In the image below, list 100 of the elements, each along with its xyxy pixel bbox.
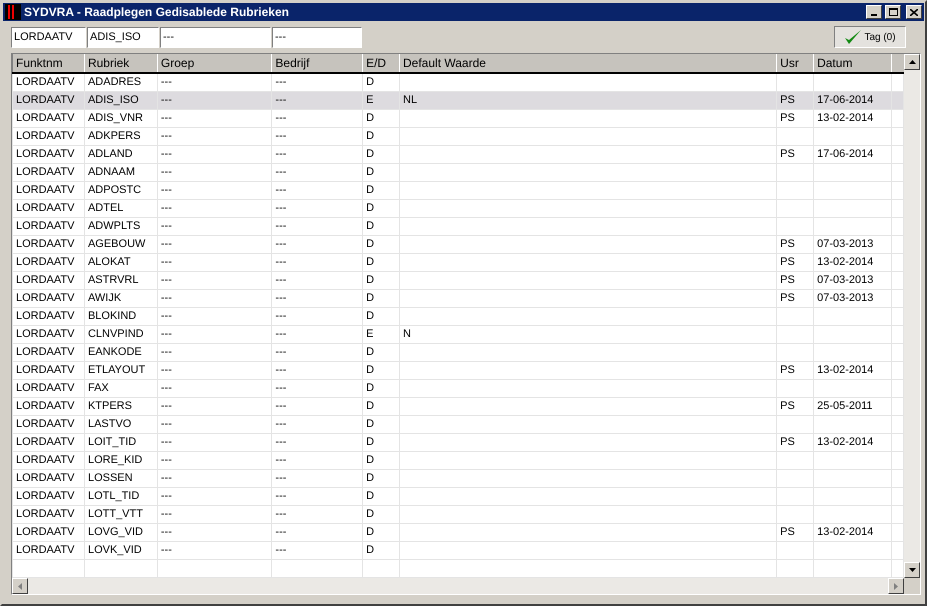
table-cell: D (366, 184, 374, 196)
table-cell: ADPOSTC (88, 184, 142, 196)
table-cell: PS (780, 256, 795, 268)
table-cell: --- (160, 94, 172, 106)
table-row[interactable]: LORDAATV LOSSEN --- --- D (12, 469, 904, 487)
table-cell: --- (275, 328, 286, 340)
maximize-button[interactable] (885, 5, 901, 19)
minimize-icon (871, 14, 877, 16)
table-cell: --- (160, 364, 172, 376)
table-cell: LORDAATV (16, 220, 74, 232)
table-row[interactable]: LORDAATV KTPERS --- --- D PS 25-05-2011 (12, 397, 904, 415)
scroll-up-button[interactable] (904, 54, 920, 70)
table-row[interactable]: LORDAATV CLNVPIND --- --- E N (12, 325, 904, 343)
table-row[interactable]: LORDAATV LOTT_VTT --- --- D (12, 505, 904, 523)
table-cell: ETLAYOUT (88, 364, 146, 376)
table-row[interactable]: LORDAATV BLOKIND --- --- D (12, 307, 904, 325)
table-row[interactable]: LORDAATV LOIT_TID --- --- D PS 13-02-2014 (12, 433, 904, 451)
table-cell: AGEBOUW (88, 238, 146, 250)
table-row[interactable]: LORDAATV LOVK_VID --- --- D (12, 541, 904, 559)
horizontal-scrollbar[interactable] (12, 578, 904, 594)
table-cell: LORDAATV (16, 130, 74, 142)
table-row[interactable]: LORDAATV LOVG_VID --- --- D PS 13-02-2014 (12, 523, 904, 541)
table-cell: --- (275, 256, 286, 268)
table-row[interactable]: LORDAATV EANKODE --- --- D (12, 343, 904, 361)
table-cell: LORDAATV (16, 544, 74, 556)
table-row[interactable]: LORDAATV ADKPERS --- --- D (12, 127, 904, 145)
up-arrow-icon (908, 60, 916, 64)
column-header[interactable]: Default Waarde (400, 54, 777, 73)
column-header[interactable]: Groep (157, 54, 272, 73)
table-cell: --- (160, 310, 172, 322)
scroll-left-button[interactable] (12, 578, 28, 594)
filter-field[interactable]: ADIS_ISO (87, 26, 159, 48)
table-row[interactable]: LORDAATV AGEBOUW --- --- D PS 07-03-2013 (12, 235, 904, 253)
maximize-icon (888, 8, 898, 16)
table-cell: --- (275, 508, 286, 520)
app-icon (5, 4, 21, 20)
table-row[interactable]: LORDAATV ALOKAT --- --- D PS 13-02-2014 (12, 253, 904, 271)
filter-field[interactable]: --- (272, 26, 362, 48)
table-row[interactable]: LORDAATV ADLAND --- --- D PS 17-06-2014 (12, 145, 904, 163)
table-cell: LORDAATV (16, 148, 74, 160)
table-row[interactable]: LORDAATV ADWPLTS --- --- D (12, 217, 904, 235)
table-cell: BLOKIND (88, 310, 136, 322)
table-cell: --- (160, 256, 172, 268)
table-cell: N (403, 328, 411, 340)
table-row[interactable]: LORDAATV LASTVO --- --- D (12, 415, 904, 433)
table-cell: ALOKAT (88, 256, 131, 268)
table-row[interactable]: LORDAATV ETLAYOUT --- --- D PS 13-02-2014 (12, 361, 904, 379)
table-cell: --- (160, 184, 172, 196)
table-row[interactable]: LORDAATV ADNAAM --- --- D (12, 163, 904, 181)
table-row[interactable]: LORDAATV ASTRVRL --- --- D PS 07-03-2013 (12, 271, 904, 289)
minimize-button[interactable] (866, 5, 882, 19)
tag-button[interactable]: Tag (0) (834, 26, 906, 48)
scroll-down-button[interactable] (904, 562, 920, 578)
table-cell: D (366, 544, 374, 556)
scroll-right-button[interactable] (888, 578, 904, 594)
table-cell: 13-02-2014 (817, 364, 874, 376)
table-cell: --- (275, 94, 286, 106)
table-row[interactable]: LORDAATV LORE_KID --- --- D (12, 451, 904, 469)
column-header[interactable]: Bedrijf (272, 54, 363, 73)
table-cell: LORDAATV (16, 382, 74, 394)
table-cell: NL (403, 94, 418, 106)
table-cell: ADLAND (88, 148, 133, 160)
table-cell: LORDAATV (16, 454, 74, 466)
column-header[interactable]: Usr (776, 54, 814, 73)
table-cell: LORDAATV (16, 94, 74, 106)
table-cell: --- (275, 364, 286, 376)
table-row[interactable]: LORDAATV ADTEL --- --- D (12, 199, 904, 217)
table-cell: LORDAATV (16, 202, 74, 214)
table-cell: --- (160, 472, 172, 484)
table-row[interactable]: LORDAATV ADIS_VNR --- --- D PS 13-02-2014 (12, 109, 904, 127)
table-cell: LORDAATV (16, 292, 74, 304)
column-header[interactable]: Datum (814, 54, 892, 73)
table-cell: --- (160, 148, 172, 160)
table-row[interactable]: LORDAATV ADADRES --- --- D (12, 73, 904, 91)
table-cell: --- (275, 220, 286, 232)
table-row[interactable]: LORDAATV AWIJK --- --- D PS 07-03-2013 (12, 289, 904, 307)
table-row[interactable]: LORDAATV LOTL_TID --- --- D (12, 487, 904, 505)
table-cell: KTPERS (88, 400, 132, 412)
table-cell: --- (160, 526, 172, 538)
table-cell: LORDAATV (16, 508, 74, 520)
table-cell: LORDAATV (16, 490, 74, 502)
column-header[interactable]: Rubriek (84, 54, 158, 73)
column-header[interactable]: Funktnm (12, 54, 84, 73)
vertical-scrollbar[interactable] (904, 54, 920, 578)
table-row[interactable]: LORDAATV ADIS_ISO --- --- E NL PS 17-06-2014 (12, 91, 904, 109)
table-cell: --- (160, 292, 172, 304)
table-cell: --- (160, 274, 172, 286)
close-button[interactable] (906, 5, 922, 19)
filter-field[interactable]: LORDAATV (11, 26, 86, 48)
table-cell: LOVK_VID (88, 544, 142, 556)
table-cell: PS (780, 112, 795, 124)
column-header[interactable]: E/D (362, 54, 400, 73)
table-cell: D (366, 454, 374, 466)
filter-field[interactable]: --- (160, 26, 271, 48)
table-cell: D (366, 490, 374, 502)
table-cell: --- (275, 526, 286, 538)
table-cell: --- (160, 508, 172, 520)
table-cell: LORDAATV (16, 256, 74, 268)
table-row[interactable]: LORDAATV FAX --- --- D (12, 379, 904, 397)
table-row[interactable]: LORDAATV ADPOSTC --- --- D (12, 181, 904, 199)
